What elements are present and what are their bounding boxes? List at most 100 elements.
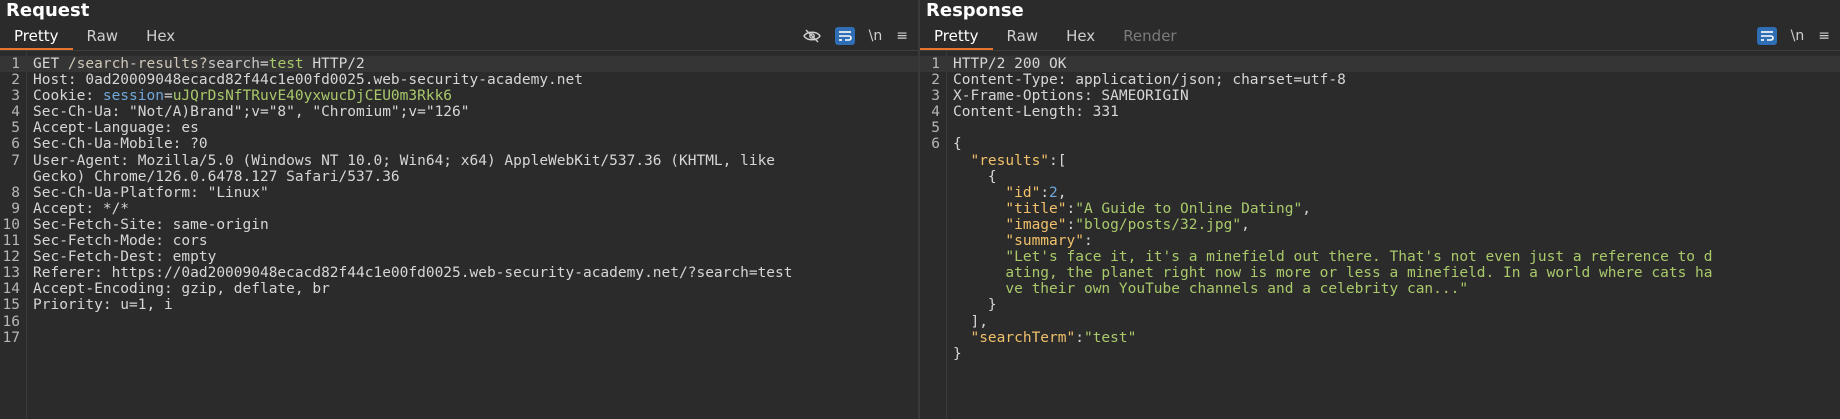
request-toolbar: \n ≡ xyxy=(802,27,908,45)
line-number: 8 xyxy=(11,184,20,201)
request-tab-hex[interactable]: Hex xyxy=(132,26,189,50)
response-lines: 1 HTTP/2 200 OK 2 Content-Type: application… xyxy=(920,56,1840,362)
line-text: } xyxy=(953,345,962,362)
line-text: Sec-Fetch-Dest: empty xyxy=(33,249,217,266)
request-line: 3 Cookie: session=uJQrDsNfTRuvE40yxwucDjC… xyxy=(0,88,918,104)
request-lines: 1 GET /search-results?search=test HTTP/2 2… xyxy=(0,56,918,346)
line-number: 14 xyxy=(2,281,20,298)
word-wrap-toggle-icon[interactable] xyxy=(834,27,855,45)
response-line: "Let's face it, it's a minefield out the… xyxy=(920,249,1840,265)
response-line: "title":"A Guide to Online Dating", xyxy=(920,201,1840,217)
line-text: "Let's face it, it's a minefield out the… xyxy=(1005,249,1713,266)
request-pane: Request Pretty Raw Hex \n ≡ 1 GET /searc… xyxy=(0,0,918,419)
word-wrap-toggle-icon[interactable] xyxy=(1756,27,1777,45)
newline-icon[interactable]: \n xyxy=(1791,28,1805,44)
response-tab-pretty[interactable]: Pretty xyxy=(920,26,993,50)
request-line: 15 Priority: u=1, i xyxy=(0,297,918,313)
line-number: 5 xyxy=(11,120,20,137)
request-line: 16 xyxy=(0,314,918,330)
response-tab-hex[interactable]: Hex xyxy=(1052,26,1109,50)
response-line: 2 Content-Type: application/json; charset… xyxy=(920,72,1840,88)
request-line: 5 Accept-Language: es xyxy=(0,120,918,136)
line-number: 11 xyxy=(2,233,20,250)
line-number: 3 xyxy=(11,88,20,105)
line-number: 6 xyxy=(11,136,20,153)
request-line: 6 Sec-Ch-Ua-Mobile: ?0 xyxy=(0,136,918,152)
line-number: 17 xyxy=(2,329,20,346)
newline-icon[interactable]: \n xyxy=(869,28,883,44)
request-line: 11 Sec-Fetch-Mode: cors xyxy=(0,233,918,249)
response-line: "searchTerm":"test" xyxy=(920,330,1840,346)
request-line: 9 Accept: */* xyxy=(0,201,918,217)
request-line: 13 Referer: https://0ad20009048ecacd82f44… xyxy=(0,265,918,281)
hide-nonprintable-icon[interactable] xyxy=(802,29,821,43)
response-line: 5 xyxy=(920,120,1840,136)
line-number: 9 xyxy=(11,200,20,217)
response-line: "id":2, xyxy=(920,185,1840,201)
line-text: Sec-Ch-Ua-Mobile: ?0 xyxy=(33,136,208,153)
line-number: 5 xyxy=(931,120,940,137)
response-line: 3 X-Frame-Options: SAMEORIGIN xyxy=(920,88,1840,104)
line-text: X-Frame-Options: SAMEORIGIN xyxy=(953,88,1189,105)
request-line: 17 xyxy=(0,330,918,346)
response-line: } xyxy=(920,346,1840,362)
line-text: Content-Type: application/json; charset=… xyxy=(953,72,1346,89)
line-text: Accept-Encoding: gzip, deflate, br xyxy=(33,281,330,298)
line-text: "summary": xyxy=(1005,233,1093,250)
response-line: ve their own YouTube channels and a cele… xyxy=(920,281,1840,297)
request-line: 1 GET /search-results?search=test HTTP/2 xyxy=(0,56,918,73)
line-number: 2 xyxy=(931,72,940,89)
response-editor[interactable]: 1 HTTP/2 200 OK 2 Content-Type: application… xyxy=(920,51,1840,419)
line-text: "title":"A Guide to Online Dating", xyxy=(1005,200,1311,217)
line-number: 10 xyxy=(2,216,20,233)
line-text: ], xyxy=(953,313,988,330)
response-line: { xyxy=(920,169,1840,185)
response-line: } xyxy=(920,297,1840,313)
line-text: "id":2, xyxy=(1005,184,1067,201)
line-text: { xyxy=(953,136,962,153)
line-text: Sec-Ch-Ua-Platform: "Linux" xyxy=(33,184,269,201)
response-tab-raw[interactable]: Raw xyxy=(993,26,1053,50)
request-tab-raw[interactable]: Raw xyxy=(73,26,133,50)
response-line: "results":[ xyxy=(920,153,1840,169)
line-text: Gecko) Chrome/126.0.6478.127 Safari/537.… xyxy=(33,168,400,185)
response-line: 6{ xyxy=(920,136,1840,152)
request-tabbar: Pretty Raw Hex \n ≡ xyxy=(0,22,918,51)
line-number: 3 xyxy=(931,88,940,105)
response-pane: Response Pretty Raw Hex Render \n ≡ 1HT xyxy=(920,0,1840,419)
request-line: 10 Sec-Fetch-Site: same-origin xyxy=(0,217,918,233)
line-number: 16 xyxy=(2,313,20,330)
menu-icon[interactable]: ≡ xyxy=(1818,28,1830,44)
line-text: ve their own YouTube channels and a cele… xyxy=(1005,281,1469,298)
line-text: Sec-Fetch-Site: same-origin xyxy=(33,216,269,233)
request-tab-pretty[interactable]: Pretty xyxy=(0,26,73,50)
request-line: 8 Sec-Ch-Ua-Platform: "Linux" xyxy=(0,185,918,201)
line-text: Priority: u=1, i xyxy=(33,297,173,314)
line-text: ating, the planet right now is more or l… xyxy=(1005,265,1713,282)
line-number: 6 xyxy=(931,136,940,153)
request-title: Request xyxy=(6,0,90,21)
response-title: Response xyxy=(926,0,1024,21)
line-text: Sec-Fetch-Mode: cors xyxy=(33,233,208,250)
request-line: 12 Sec-Fetch-Dest: empty xyxy=(0,249,918,265)
line-number: 15 xyxy=(2,297,20,314)
line-text: "image":"blog/posts/32.jpg", xyxy=(1005,216,1250,233)
line-text: Content-Length: 331 xyxy=(953,104,1119,121)
line-number: 1 xyxy=(11,56,20,72)
line-text: Host: 0ad20009048ecacd82f44c1e00fd0025.w… xyxy=(33,72,583,89)
line-text: { xyxy=(953,168,997,185)
response-tab-render[interactable]: Render xyxy=(1109,26,1190,50)
line-text: Accept: */* xyxy=(33,200,130,217)
response-line: 1 HTTP/2 200 OK xyxy=(920,56,1840,73)
line-number: 4 xyxy=(931,104,940,121)
request-editor[interactable]: 1 GET /search-results?search=test HTTP/2 2… xyxy=(0,51,918,419)
response-line: "image":"blog/posts/32.jpg", xyxy=(920,217,1840,233)
request-line: 14 Accept-Encoding: gzip, deflate, br xyxy=(0,281,918,297)
line-number: 2 xyxy=(11,72,20,89)
line-text: HTTP/2 200 OK xyxy=(953,56,1067,72)
menu-icon[interactable]: ≡ xyxy=(896,28,908,44)
line-text: } xyxy=(953,297,997,314)
request-line: 2 Host: 0ad20009048ecacd82f44c1e00fd0025.… xyxy=(0,72,918,88)
line-text: "searchTerm":"test" xyxy=(970,329,1137,346)
line-text: Referer: https://0ad20009048ecacd82f44c1… xyxy=(33,265,793,282)
